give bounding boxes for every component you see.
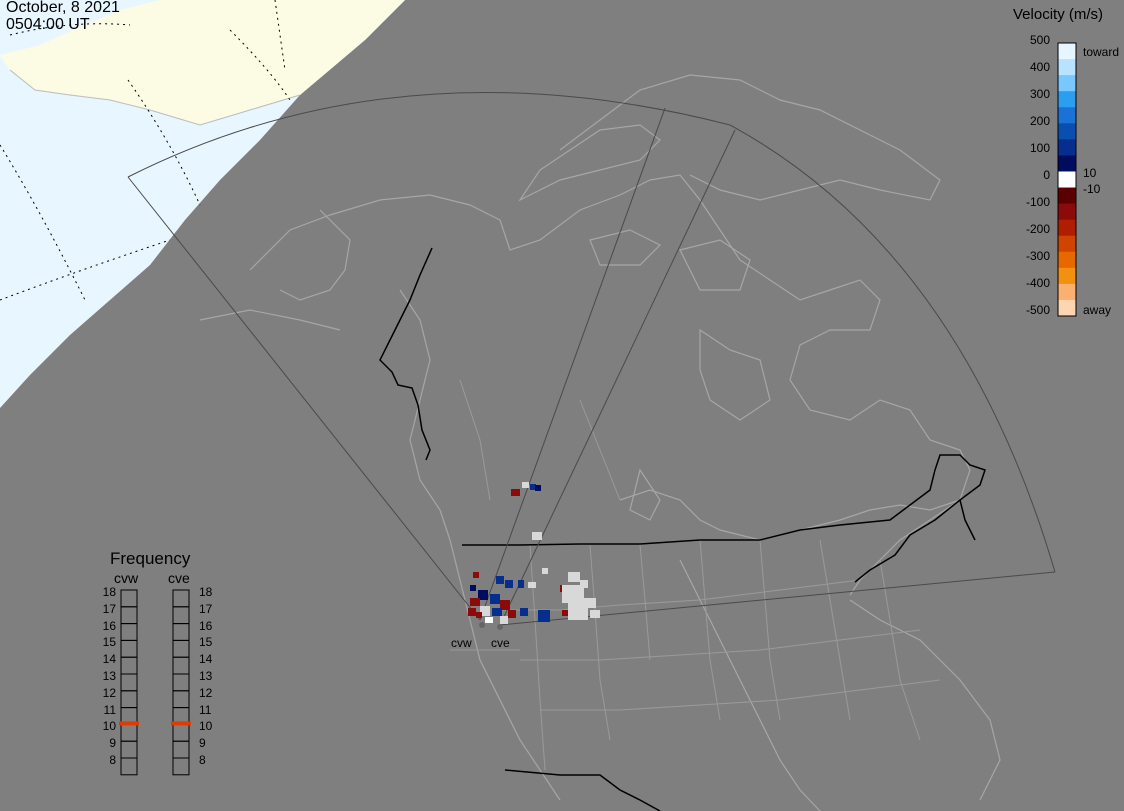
frequency-cell-cve <box>172 757 190 776</box>
velocity-tick-label: -500 <box>1025 303 1050 317</box>
frequency-level-label: 14 <box>102 652 116 667</box>
frequency-level-label: 10 <box>102 719 116 734</box>
colorbar-swatch <box>1058 283 1076 301</box>
away-label: away <box>1083 303 1112 317</box>
colorbar-swatch <box>1058 91 1076 108</box>
frequency-bars <box>119 589 191 776</box>
time-label: 0504:00 UT <box>6 16 90 33</box>
frequency-level-label: 16 <box>199 618 213 633</box>
colorbar-swatch <box>1058 139 1076 156</box>
gap-lower-label: -10 <box>1083 182 1101 196</box>
colorbar-swatch <box>1058 155 1076 172</box>
radar-label-cvw: cvw <box>451 636 472 650</box>
continent-outlines <box>199 74 1001 811</box>
frequency-title: Frequency <box>110 549 191 568</box>
colorbar-swatch <box>1058 203 1076 221</box>
frequency-level-label: 11 <box>199 702 212 717</box>
velocity-tick-label: 100 <box>1029 141 1050 155</box>
frequency-level-label: 17 <box>102 601 116 616</box>
frequency-cell-cve <box>172 723 190 742</box>
colorbar-swatch <box>1058 59 1076 76</box>
frequency-level-label: 14 <box>199 652 213 667</box>
frequency-level-label: 12 <box>199 685 213 700</box>
frequency-cell-cvw <box>120 656 138 675</box>
gap-upper-label: 10 <box>1083 166 1097 180</box>
colorbar-swatch <box>1058 187 1076 205</box>
frequency-cell-cve <box>172 606 190 625</box>
frequency-level-label: 15 <box>199 635 213 650</box>
frequency-level-label: 15 <box>102 635 116 650</box>
frequency-level-label: 9 <box>199 736 206 751</box>
colorbar-swatch <box>1058 267 1076 285</box>
radar-site-cvw <box>479 622 485 628</box>
frequency-cell-cvw <box>120 757 138 776</box>
colorbar-swatch <box>1058 107 1076 124</box>
frequency-level-label: 12 <box>102 685 116 700</box>
frequency-cell-cvw <box>120 740 138 759</box>
frequency-level-label: 11 <box>103 702 116 717</box>
toward-label: toward <box>1083 45 1120 59</box>
frequency-level-label: 18 <box>102 585 116 599</box>
country-borders <box>379 247 986 811</box>
radar-site-cve <box>497 624 503 630</box>
map-canvas <box>0 0 1077 811</box>
frequency-cell-cvw <box>120 723 138 742</box>
map-view: October, 8 2021 0504:00 UT Velocity (m/s… <box>0 0 1124 811</box>
frequency-level-label: 17 <box>199 601 213 616</box>
frequency-cell-cvw <box>120 690 138 709</box>
frequency-radar-cve: cve <box>168 570 190 586</box>
frequency-level-label: 10 <box>199 719 213 734</box>
frequency-radar-cvw: cvw <box>114 570 139 586</box>
velocity-tick-label: 0 <box>1043 168 1050 182</box>
colorbar-swatch <box>1058 235 1076 253</box>
colorbar-swatch <box>1058 299 1076 317</box>
velocity-tick-label: -200 <box>1025 222 1050 236</box>
frequency-cell-cve <box>172 673 190 692</box>
frequency-cell-cve <box>172 589 190 608</box>
velocity-tick-label: 300 <box>1029 87 1050 101</box>
frequency-level-label: 16 <box>102 618 116 633</box>
date-label: October, 8 2021 <box>6 0 120 16</box>
velocity-legend-title: Velocity (m/s) <box>1013 6 1104 23</box>
frequency-level-label: 9 <box>109 736 116 751</box>
colorbar-swatch <box>1058 171 1076 189</box>
frequency-cell-cve <box>172 740 190 759</box>
velocity-tick-label: -400 <box>1025 276 1050 290</box>
frequency-cell-cvw <box>120 589 138 608</box>
velocity-colorbar <box>1057 42 1077 317</box>
frequency-cell-cve <box>172 690 190 709</box>
frequency-level-label: 18 <box>199 585 213 599</box>
frequency-cell-cvw <box>120 606 138 625</box>
colorbar-swatch <box>1058 123 1076 140</box>
frequency-cell-cvw <box>120 639 138 658</box>
colorbar-swatch <box>1058 251 1076 269</box>
velocity-tick-label: 400 <box>1029 60 1050 74</box>
velocity-tick-label: 500 <box>1029 33 1050 47</box>
colorbar-swatch <box>1058 43 1076 60</box>
frequency-cell-cvw <box>120 623 138 641</box>
frequency-marker-cvw <box>119 721 139 726</box>
frequency-level-label: 8 <box>109 753 116 767</box>
velocity-tick-label: -300 <box>1025 249 1050 263</box>
frequency-level-label: 13 <box>102 669 116 683</box>
colorbar-swatch <box>1058 75 1076 92</box>
frequency-cell-cve <box>172 656 190 675</box>
frequency-level-label: 13 <box>199 669 213 683</box>
frequency-level-label: 8 <box>199 753 206 767</box>
frequency-marker-cve <box>171 721 191 726</box>
frequency-cell-cvw <box>120 673 138 692</box>
velocity-tick-label: 200 <box>1029 114 1050 128</box>
frequency-cell-cve <box>172 623 190 641</box>
frequency-cell-cve <box>172 639 190 658</box>
colorbar-swatch <box>1058 219 1076 237</box>
radar-label-cve: cve <box>491 636 510 650</box>
velocity-tick-label: -100 <box>1025 195 1050 209</box>
